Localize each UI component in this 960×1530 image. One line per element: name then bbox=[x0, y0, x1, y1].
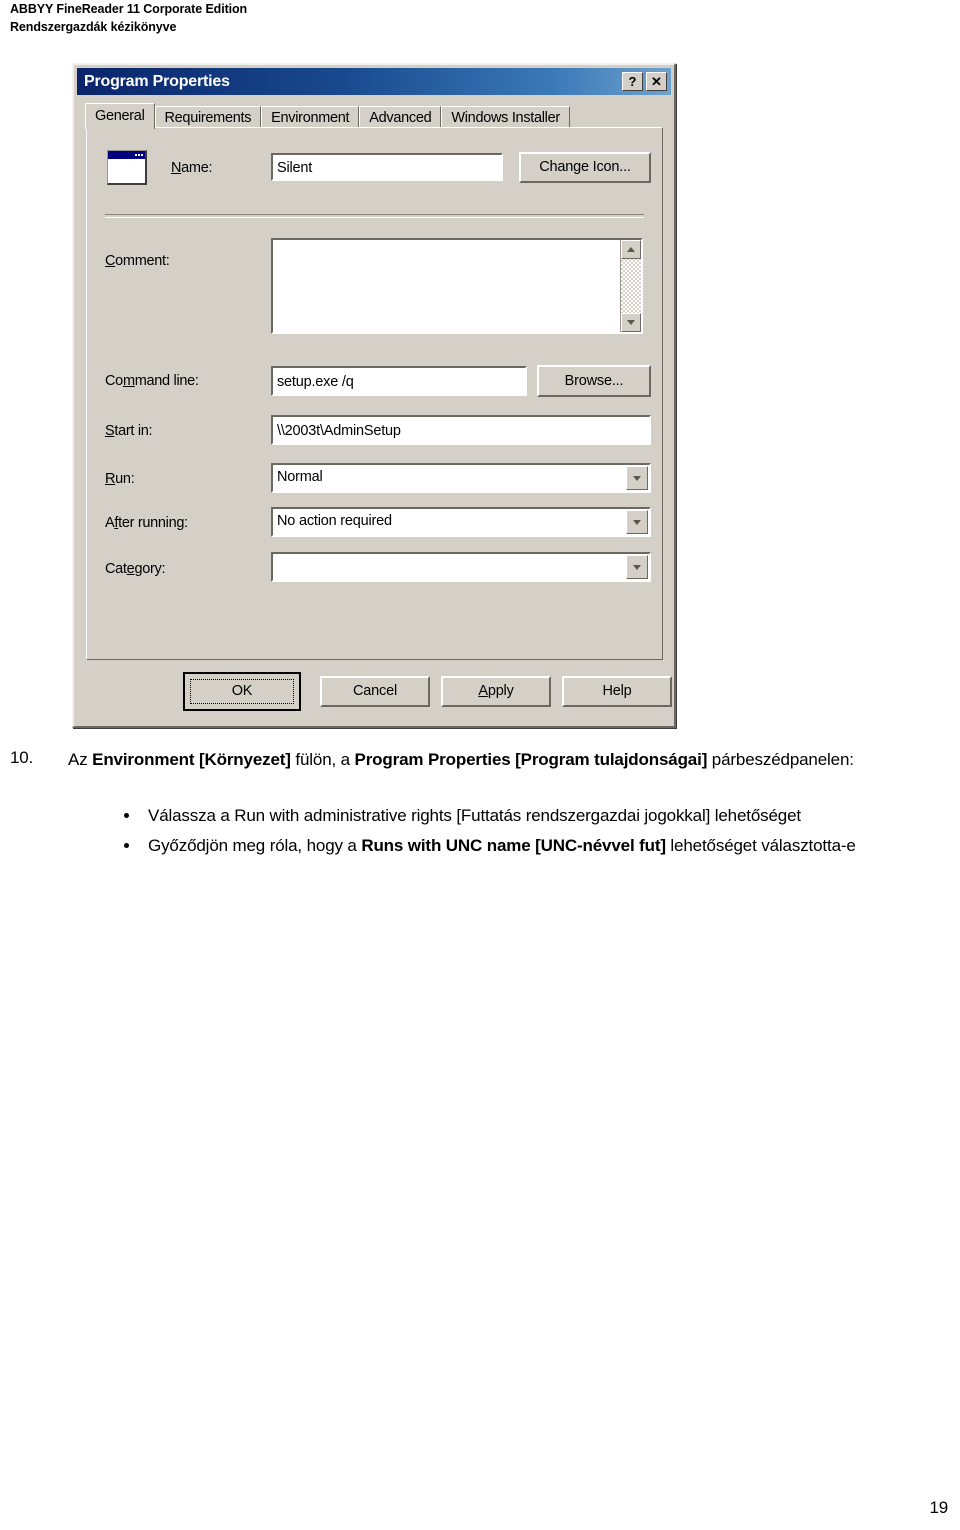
bullet-0-part-1: Run with administrative rights [Futtatás… bbox=[234, 806, 711, 825]
document-header: ABBYY FineReader 11 Corporate Edition Re… bbox=[10, 2, 247, 35]
chevron-down-icon[interactable] bbox=[626, 466, 648, 490]
step-number: 10. bbox=[10, 748, 34, 767]
scroll-down-icon[interactable] bbox=[621, 313, 641, 332]
comment-label: Comment: bbox=[105, 253, 170, 269]
program-window-icon bbox=[107, 150, 147, 185]
tab-bar: General Requirements Environment Advance… bbox=[85, 103, 664, 129]
comment-scrollbar[interactable] bbox=[620, 240, 641, 332]
page-number: 19 bbox=[929, 1498, 948, 1517]
run-label: Run: bbox=[105, 471, 135, 487]
bullet-icon bbox=[124, 813, 129, 818]
bullet-1-part-1: Runs with UNC name [UNC-névvel fut] bbox=[361, 835, 666, 855]
bullet-icon bbox=[124, 842, 129, 848]
bullet-1-part-2: lehetőséget választotta-e bbox=[665, 835, 856, 855]
dialog-titlebar: Program Properties ? ✕ bbox=[77, 68, 671, 95]
header-product-line: ABBYY FineReader 11 Corporate Edition bbox=[10, 2, 248, 16]
section-divider bbox=[105, 214, 644, 218]
tab-advanced[interactable]: Advanced bbox=[359, 106, 442, 129]
tab-windows-installer[interactable]: Windows Installer bbox=[441, 106, 570, 129]
cancel-button[interactable]: Cancel bbox=[320, 676, 430, 707]
command-line-label: Command line: bbox=[105, 373, 199, 389]
program-properties-dialog: Program Properties ? ✕ General Requireme… bbox=[72, 63, 676, 728]
scroll-up-icon[interactable] bbox=[621, 240, 641, 259]
chevron-down-icon[interactable] bbox=[626, 510, 648, 534]
step-part-3: Program Properties [Program tulajdonsága… bbox=[354, 750, 708, 769]
close-icon[interactable]: ✕ bbox=[646, 72, 667, 91]
category-value bbox=[273, 554, 625, 580]
dialog-button-bar: OK Cancel Apply Help bbox=[77, 664, 672, 722]
apply-button[interactable]: Apply bbox=[441, 676, 551, 707]
browse-button[interactable]: Browse... bbox=[537, 365, 651, 397]
tab-general[interactable]: General bbox=[85, 103, 155, 129]
ok-button[interactable]: OK bbox=[183, 672, 301, 711]
bullet-0-part-2: lehetőséget bbox=[710, 806, 801, 825]
after-running-value: No action required bbox=[277, 513, 392, 529]
bullet-1-part-0: Győződjön meg róla, hogy a bbox=[148, 835, 362, 855]
tab-environment[interactable]: Environment bbox=[261, 106, 360, 129]
run-dropdown[interactable]: Normal bbox=[271, 463, 651, 493]
start-in-label: Start in: bbox=[105, 423, 153, 439]
step-part-0: Az bbox=[68, 750, 93, 769]
step-part-1: Environment [Környezet] bbox=[92, 750, 291, 769]
general-tab-panel: Name: Silent Change Icon... Comment: Com… bbox=[86, 127, 663, 660]
bullet-list: Válassza a Run with administrative right… bbox=[120, 802, 920, 861]
step-part-4: párbeszédpanelen: bbox=[707, 750, 854, 769]
bullet-0-part-0: Válassza a bbox=[148, 806, 235, 825]
run-value: Normal bbox=[277, 469, 323, 485]
name-label: Name: bbox=[171, 160, 213, 176]
after-running-dropdown[interactable]: No action required bbox=[271, 507, 651, 537]
comment-text[interactable] bbox=[273, 240, 620, 332]
tab-requirements[interactable]: Requirements bbox=[154, 106, 262, 129]
name-input[interactable]: Silent bbox=[271, 153, 503, 181]
category-dropdown[interactable] bbox=[271, 552, 651, 582]
comment-textarea[interactable] bbox=[271, 238, 643, 334]
dialog-title: Program Properties bbox=[84, 72, 230, 90]
header-subtitle-line: Rendszergazdák kézikönyve bbox=[10, 19, 177, 34]
list-item: Győződjön meg róla, hogy a Runs with UNC… bbox=[120, 832, 920, 860]
chevron-down-icon[interactable] bbox=[626, 555, 648, 579]
after-running-label: After running: bbox=[105, 515, 188, 531]
program-properties-screenshot: Program Properties ? ✕ General Requireme… bbox=[72, 63, 676, 728]
help-button[interactable]: Help bbox=[562, 676, 672, 707]
step-part-2: fülön, a bbox=[290, 750, 355, 769]
start-in-input[interactable]: \\2003t\AdminSetup bbox=[271, 415, 651, 445]
help-icon[interactable]: ? bbox=[622, 72, 643, 91]
change-icon-button[interactable]: Change Icon... bbox=[519, 152, 651, 183]
step-paragraph: Az Environment [Környezet] fülön, a Prog… bbox=[68, 746, 898, 774]
command-line-input[interactable]: setup.exe /q bbox=[271, 366, 527, 396]
ok-button-label: OK bbox=[190, 679, 294, 704]
category-label: Category: bbox=[105, 561, 166, 577]
list-item: Válassza a Run with administrative right… bbox=[120, 802, 920, 830]
titlebar-button-group: ? ✕ bbox=[622, 72, 671, 91]
